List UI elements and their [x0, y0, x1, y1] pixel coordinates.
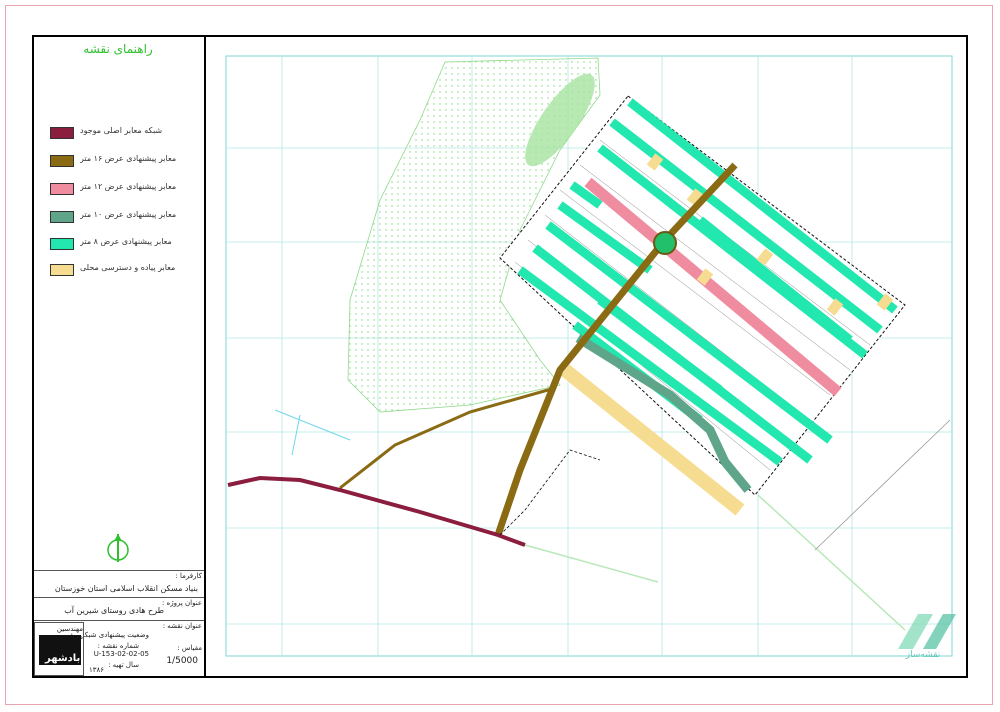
road-main-existing: [227, 475, 526, 547]
watermark-text: نقشه‌ساز: [905, 650, 941, 660]
secondary-paths: [524, 494, 906, 631]
water-lines: [274, 409, 351, 456]
roundabout: [653, 231, 677, 255]
boundary-line: [814, 419, 951, 551]
site-plan-map: [225, 55, 953, 657]
